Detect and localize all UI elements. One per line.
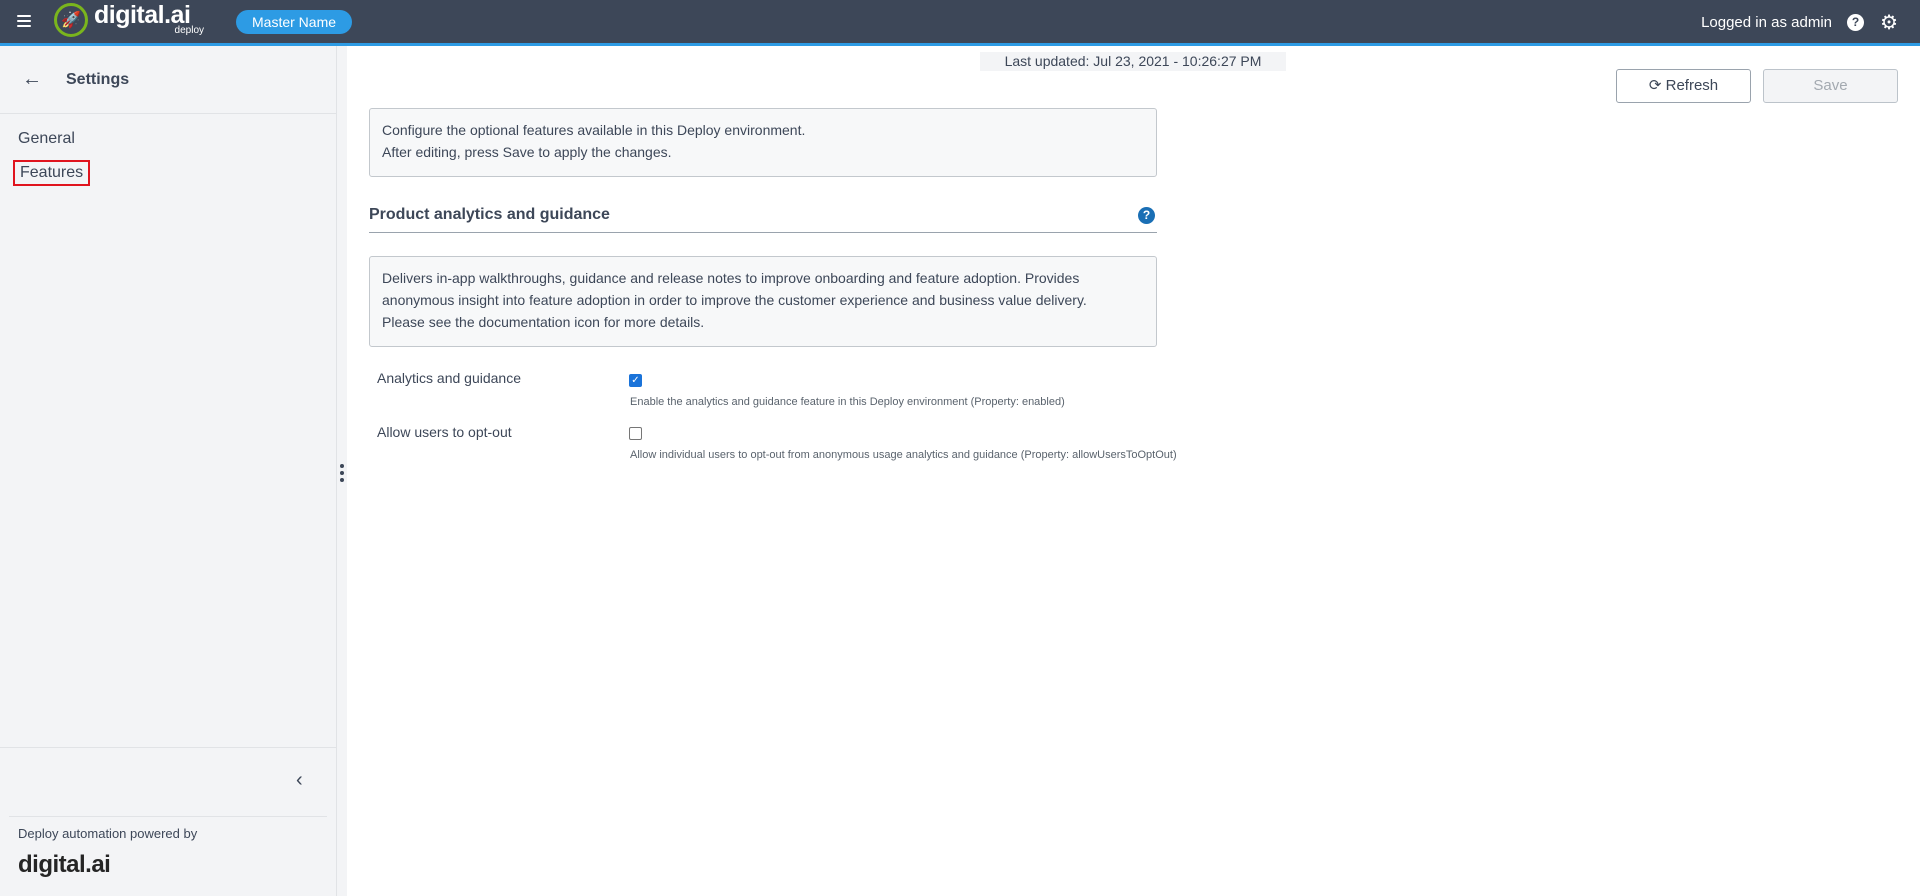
settings-sidebar: ← Settings General Features ‹ Deploy aut… (0, 46, 337, 896)
documentation-help-icon[interactable]: ? (1138, 207, 1155, 224)
divider (9, 816, 327, 817)
opt-out-hint: Allow individual users to opt-out from a… (630, 449, 1177, 461)
intro-line: Configure the optional features availabl… (382, 122, 806, 138)
gear-icon[interactable]: ⚙ (1880, 10, 1898, 35)
powered-by-logo: digital.ai (18, 851, 111, 878)
refresh-icon: ⟳ (1648, 77, 1662, 94)
last-updated-text: Last updated: Jul 23, 2021 - 10:26:27 PM (980, 52, 1286, 71)
logged-in-user[interactable]: Logged in as admin (1701, 14, 1832, 31)
opt-out-checkbox[interactable] (629, 427, 642, 440)
opt-out-label: Allow users to opt-out (377, 424, 512, 440)
description-line: Delivers in-app walkthroughs, guidance a… (382, 270, 1080, 286)
logo-subtext: deploy (174, 25, 204, 36)
powered-by-text: Deploy automation powered by (18, 826, 198, 841)
sidebar-item-features[interactable]: Features (13, 160, 91, 186)
master-name-badge[interactable]: Master Name (236, 10, 353, 34)
intro-line: After editing, press Save to apply the c… (382, 144, 672, 160)
divider (0, 747, 337, 748)
top-header: 🚀 digital.ai deploy Master Name Logged i… (0, 0, 1920, 46)
section-divider (369, 232, 1157, 233)
intro-info-box: Configure the optional features availabl… (369, 108, 1157, 177)
back-arrow-icon[interactable]: ← (22, 68, 42, 91)
app-logo[interactable]: 🚀 digital.ai deploy (54, 1, 204, 37)
analytics-hint: Enable the analytics and guidance featur… (630, 396, 1065, 408)
rocket-icon: 🚀 (54, 3, 88, 37)
save-button[interactable]: Save (1763, 69, 1898, 103)
description-line: anonymous insight into feature adoption … (382, 292, 1087, 308)
resize-handle[interactable] (340, 464, 344, 485)
analytics-checkbox[interactable]: ✓ (629, 374, 642, 387)
hamburger-icon[interactable] (17, 15, 31, 27)
sidebar-title: Settings (66, 70, 130, 88)
help-icon[interactable]: ? (1847, 14, 1864, 31)
refresh-label: Refresh (1665, 77, 1719, 94)
refresh-button[interactable]: ⟳ Refresh (1616, 69, 1751, 103)
collapse-sidebar-icon[interactable]: ‹ (296, 769, 303, 792)
section-description-box: Delivers in-app walkthroughs, guidance a… (369, 256, 1157, 347)
sidebar-item-general[interactable]: General (18, 130, 75, 148)
analytics-label: Analytics and guidance (377, 370, 521, 386)
section-title: Product analytics and guidance (369, 206, 610, 223)
description-line: Please see the documentation icon for mo… (382, 314, 705, 330)
